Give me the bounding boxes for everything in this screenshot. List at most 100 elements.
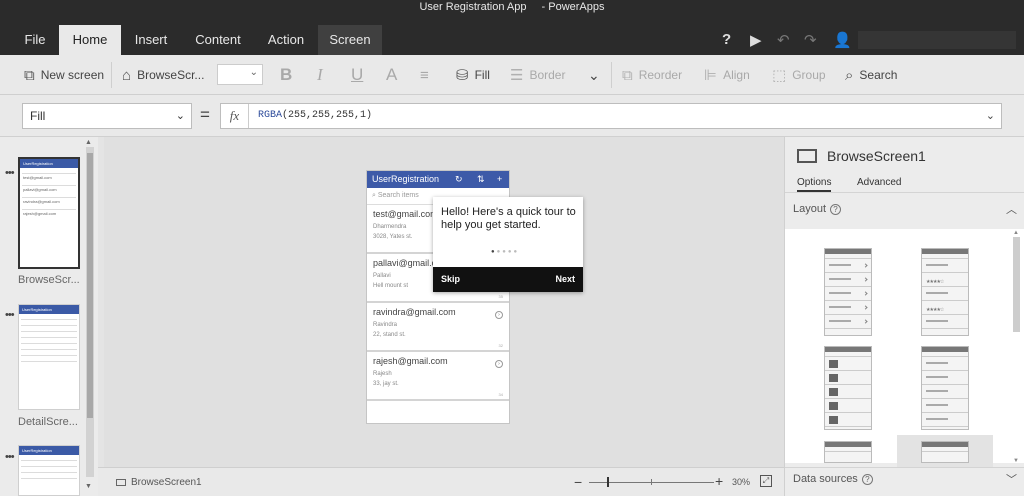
formula-input[interactable]: fx RGBA(255,255,255,1) ⌄ xyxy=(220,103,1002,129)
undo-icon[interactable]: ↶ xyxy=(777,31,790,49)
screen-thumbnail-detail[interactable]: UserRegistration xyxy=(18,304,80,410)
tab-screen[interactable]: Screen xyxy=(318,25,382,55)
screen-icon xyxy=(116,479,126,486)
thumbnail-row xyxy=(21,361,77,362)
screen-select-button[interactable]: ⌂ BrowseScr... xyxy=(122,66,204,84)
more-icon[interactable]: ••• xyxy=(5,451,15,463)
align-button[interactable]: ⊫ Align xyxy=(704,66,750,84)
screen-label-browse[interactable]: BrowseScr... xyxy=(18,274,80,286)
chevron-up-icon[interactable]: ︿ xyxy=(1006,201,1017,217)
help-icon[interactable]: ? xyxy=(861,473,873,485)
equals-sign: = xyxy=(200,105,210,124)
record-id: 32 xyxy=(498,343,503,348)
data-sources-label: Data sources xyxy=(793,473,858,485)
screen-thumbnail-edit[interactable]: UserRegistration xyxy=(18,445,80,496)
next-arrow-icon[interactable]: › xyxy=(495,360,503,368)
screens-scrollbar[interactable] xyxy=(86,147,94,477)
search-button[interactable]: ⌕ Search xyxy=(845,66,897,84)
formula-function: RGBA xyxy=(258,110,283,121)
record-address: 33, jay st. xyxy=(373,381,399,387)
zoom-in-button[interactable]: + xyxy=(715,473,723,489)
record-email: ravindra@gmail.com xyxy=(373,307,456,317)
font-size-select[interactable]: ⌄ xyxy=(217,64,263,85)
reorder-button[interactable]: ⧉ Reorder xyxy=(622,66,682,84)
sort-icon[interactable]: ⇅ xyxy=(477,171,485,188)
border-button[interactable]: ☰ Border xyxy=(510,66,565,84)
tab-home[interactable]: Home xyxy=(59,25,121,55)
chevron-down-icon[interactable]: ⌄ xyxy=(986,109,995,122)
zoom-slider-handle[interactable] xyxy=(607,477,609,487)
refresh-icon[interactable]: ↻ xyxy=(455,171,463,188)
help-icon[interactable]: ? xyxy=(830,203,842,215)
tag-icon: ⌂ xyxy=(122,66,132,84)
new-screen-label: New screen xyxy=(40,68,105,82)
scroll-down-icon[interactable]: ▼ xyxy=(1013,458,1019,464)
account-area[interactable] xyxy=(858,31,1016,49)
tab-advanced[interactable]: Advanced xyxy=(857,177,901,188)
layout-scrollbar[interactable] xyxy=(1013,237,1020,332)
layout-option-rating[interactable]: ★★★★☆ ★★★★☆ xyxy=(921,248,969,336)
tour-dot-active: ● xyxy=(491,249,497,255)
font-color-button[interactable]: A xyxy=(386,65,397,84)
data-sources-header[interactable]: Data sources? ﹀ xyxy=(785,467,1024,491)
add-icon[interactable]: + xyxy=(497,171,502,188)
scroll-up-icon[interactable]: ▲ xyxy=(85,139,92,146)
scroll-down-icon[interactable]: ▼ xyxy=(85,483,92,490)
screen-thumbnail-browse[interactable]: UserRegistration test@gmail.com pallavi@… xyxy=(18,157,80,269)
redo-icon[interactable]: ↷ xyxy=(804,31,817,49)
layout-gallery xyxy=(785,229,1024,463)
fx-icon[interactable]: fx xyxy=(221,104,249,128)
property-dropdown[interactable]: Fill ⌄ xyxy=(22,103,192,129)
group-icon: ⬚ xyxy=(772,67,787,84)
current-screen-indicator[interactable]: BrowseScreen1 xyxy=(116,477,202,488)
new-screen-button[interactable]: ⧉ New screen xyxy=(24,66,104,84)
zoom-out-button[interactable]: − xyxy=(574,474,582,490)
fit-to-window-icon[interactable]: ⤢ xyxy=(760,475,772,487)
share-user-icon[interactable]: 👤 xyxy=(833,31,852,49)
screen-label-detail[interactable]: DetailScre... xyxy=(18,416,78,428)
ribbon: ⧉ New screen ⌂ BrowseScr... B I U A ≡ ⛁ … xyxy=(0,55,1024,95)
layout-option-extra[interactable] xyxy=(921,441,969,463)
thumbnail-row xyxy=(21,472,77,473)
group-button[interactable]: ⬚ Group xyxy=(772,66,826,84)
list-item[interactable]: ravindra@gmail.com Ravindra 22, stand st… xyxy=(367,303,509,352)
tour-next-button[interactable]: Next xyxy=(555,274,575,284)
chevron-down-icon[interactable]: ﹀ xyxy=(1006,471,1017,487)
text-align-icon: ≡ xyxy=(420,66,429,84)
tab-action[interactable]: Action xyxy=(257,25,315,55)
align-icon: ⊫ xyxy=(704,67,718,84)
fill-button[interactable]: ⛁ Fill xyxy=(456,66,490,84)
ribbon-divider xyxy=(111,62,112,88)
scrollbar-thumb[interactable] xyxy=(87,153,93,418)
thumbnail-row xyxy=(21,466,77,467)
next-arrow-icon[interactable]: › xyxy=(495,311,503,319)
bold-button[interactable]: B xyxy=(280,65,293,84)
more-icon[interactable]: ••• xyxy=(5,309,15,321)
layout-section-header[interactable]: Layout? ︿ xyxy=(785,198,1024,222)
more-icon[interactable]: ••• xyxy=(5,167,15,179)
layout-option-text-list[interactable] xyxy=(921,346,969,430)
underline-button[interactable]: U xyxy=(351,65,363,84)
tour-skip-button[interactable]: Skip xyxy=(441,274,460,284)
tab-file[interactable]: File xyxy=(18,25,52,55)
ribbon-expand-button[interactable]: ⌄ xyxy=(588,66,600,84)
layout-option-list[interactable] xyxy=(824,248,872,336)
play-icon[interactable]: ▶ xyxy=(750,31,762,49)
record-id: 34 xyxy=(498,392,503,397)
property-value: Fill xyxy=(30,109,46,123)
thumbnail-row xyxy=(21,325,77,326)
tab-insert[interactable]: Insert xyxy=(126,25,176,55)
layout-option-image-list[interactable] xyxy=(824,346,872,430)
reorder-icon: ⧉ xyxy=(622,66,633,84)
tab-content[interactable]: Content xyxy=(187,25,249,55)
tab-options[interactable]: Options xyxy=(797,177,832,192)
app-header: UserRegistration ↻ ⇅ + xyxy=(367,171,509,188)
bold-icon: B xyxy=(280,65,293,84)
italic-button[interactable]: I xyxy=(317,65,323,84)
list-item[interactable]: rajesh@gmail.com Rajesh 33, jay st. › 34 xyxy=(367,352,509,401)
layout-option-extra[interactable] xyxy=(824,441,872,463)
formula-text[interactable]: RGBA(255,255,255,1) xyxy=(258,110,372,121)
help-icon[interactable]: ? xyxy=(722,31,731,48)
text-align-button[interactable]: ≡ xyxy=(420,66,429,84)
scroll-up-icon[interactable]: ▲ xyxy=(1013,230,1019,236)
